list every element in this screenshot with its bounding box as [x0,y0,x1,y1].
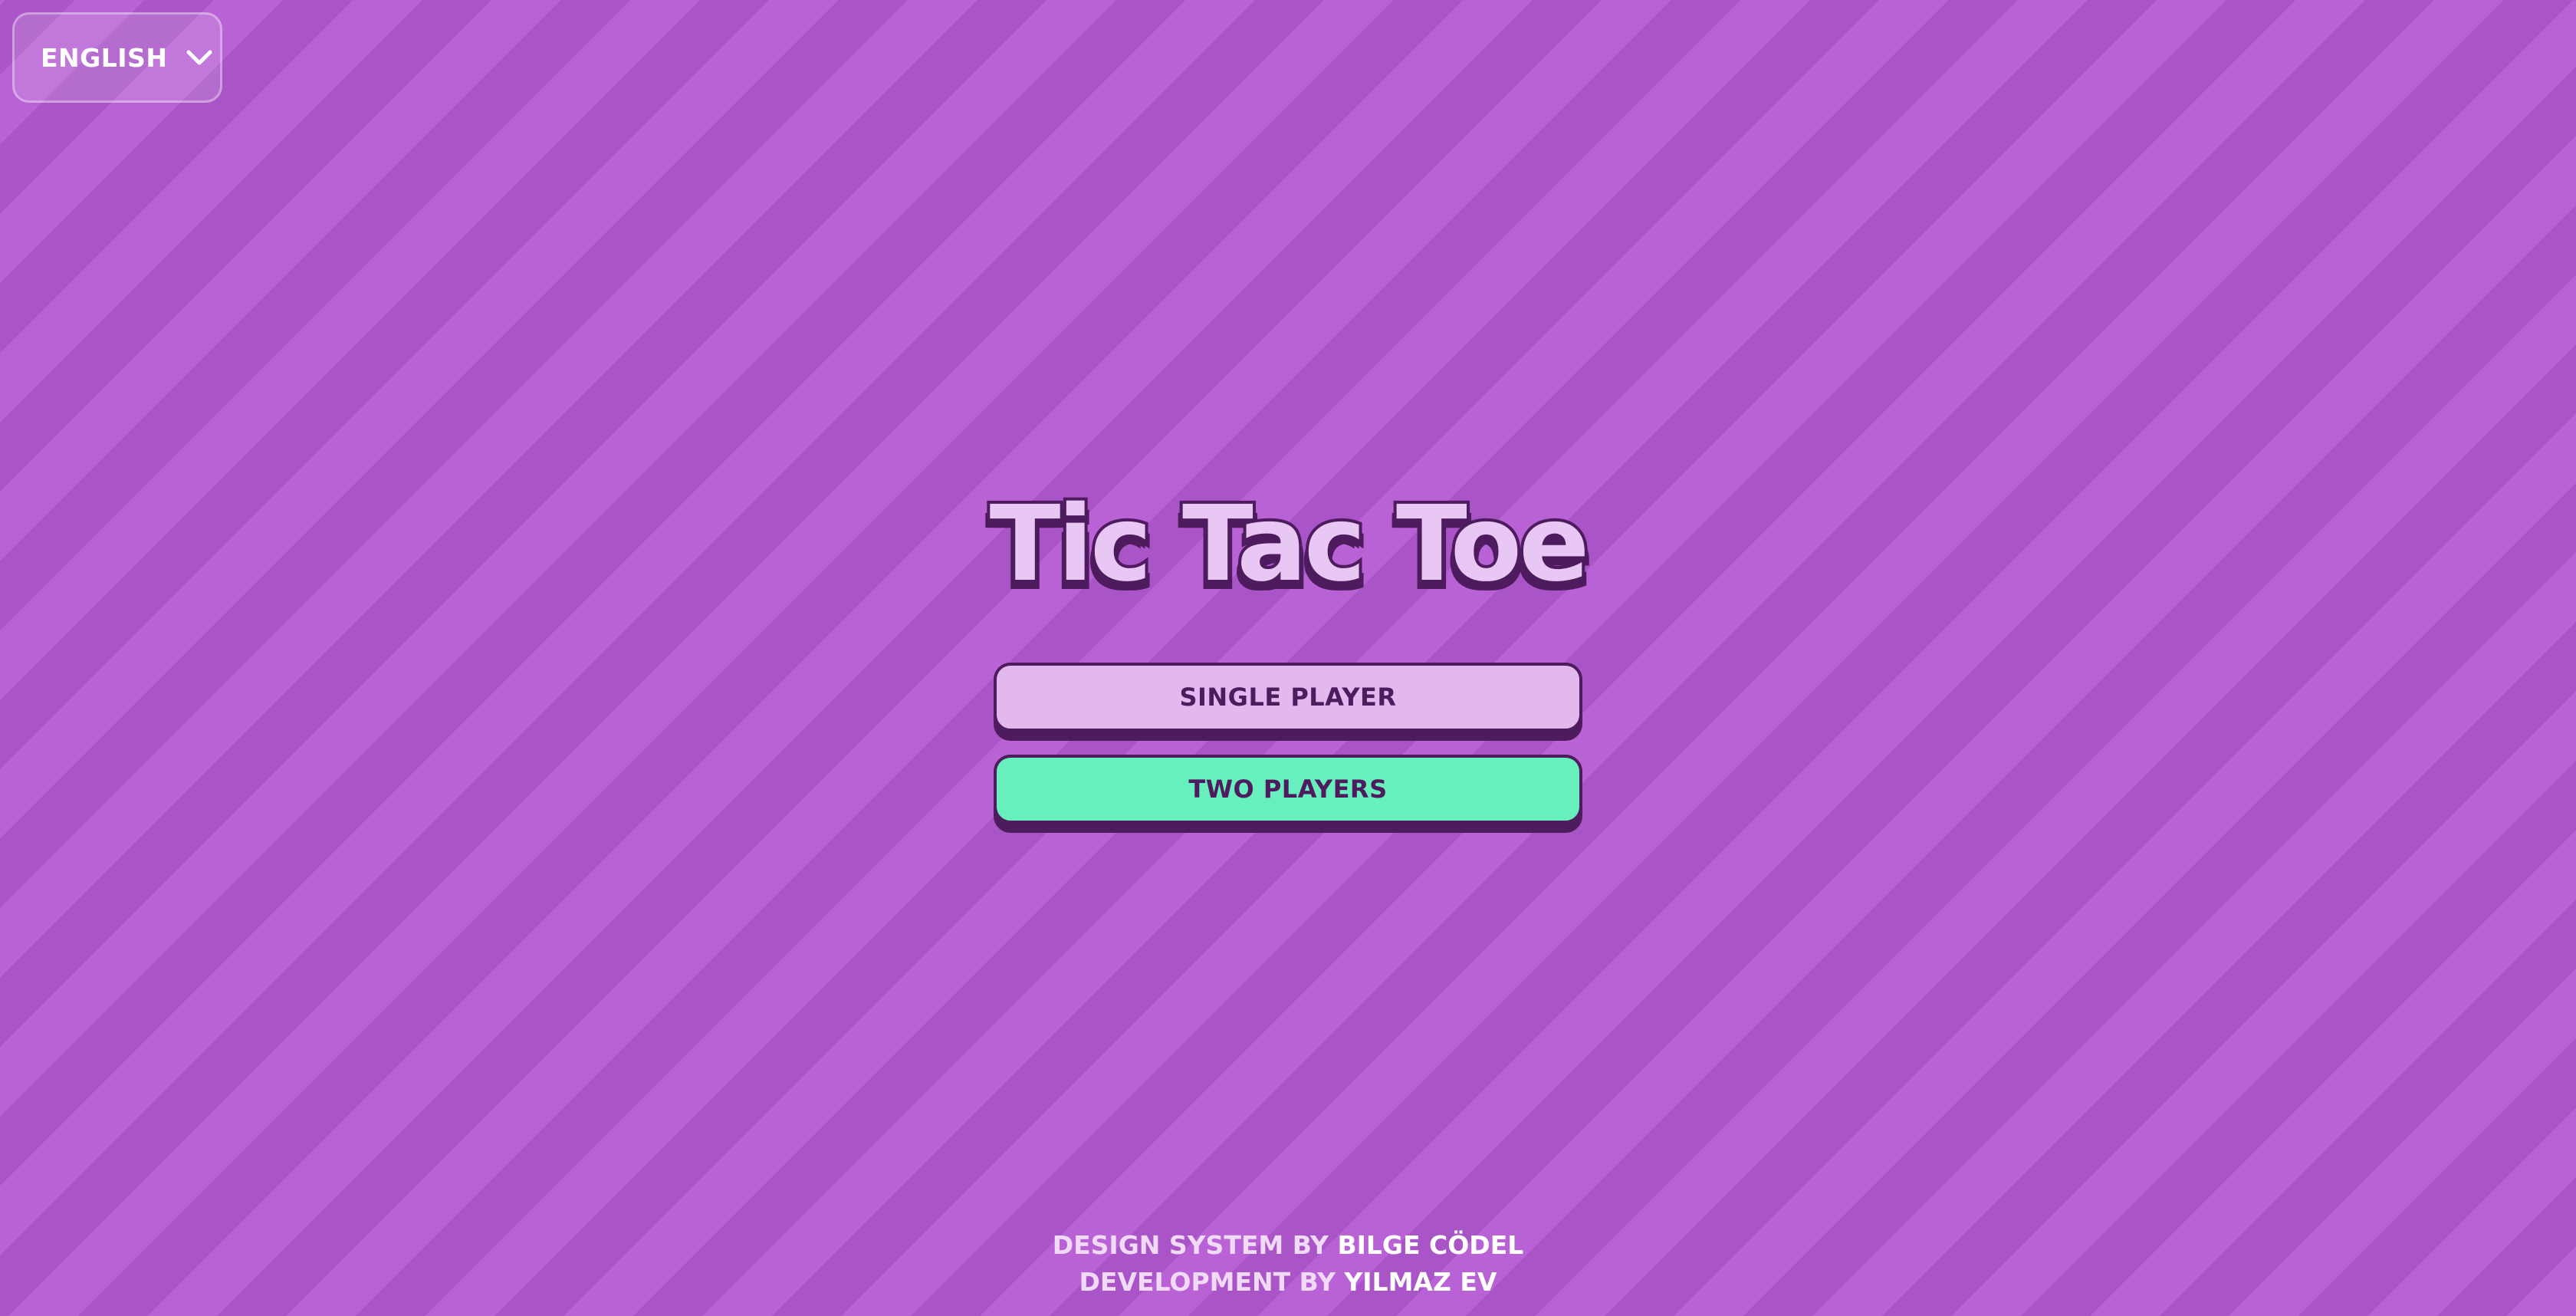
designer-name: BILGE CÖDEL [1337,1230,1524,1260]
title-container: Tic Tac Toe [0,460,2576,629]
two-players-button[interactable]: TWO PLAYERS [994,755,1582,824]
main-menu: SINGLE PLAYER TWO PLAYERS [994,663,1582,824]
development-credit: DEVELOPMENT BY YILMAZ EV [0,1264,2576,1301]
language-selector[interactable]: ENGLISH [12,12,222,103]
developer-name: YILMAZ EV [1344,1267,1497,1297]
chevron-down-icon [186,50,212,65]
design-credit-prefix: DESIGN SYSTEM BY [1052,1230,1329,1260]
language-selector-label: ENGLISH [41,42,168,73]
single-player-button[interactable]: SINGLE PLAYER [994,663,1582,732]
design-credit: DESIGN SYSTEM BY BILGE CÖDEL [0,1227,2576,1264]
game-title: Tic Tac Toe [987,481,1593,608]
credits: DESIGN SYSTEM BY BILGE CÖDEL DEVELOPMENT… [0,1227,2576,1301]
development-credit-prefix: DEVELOPMENT BY [1079,1267,1336,1297]
